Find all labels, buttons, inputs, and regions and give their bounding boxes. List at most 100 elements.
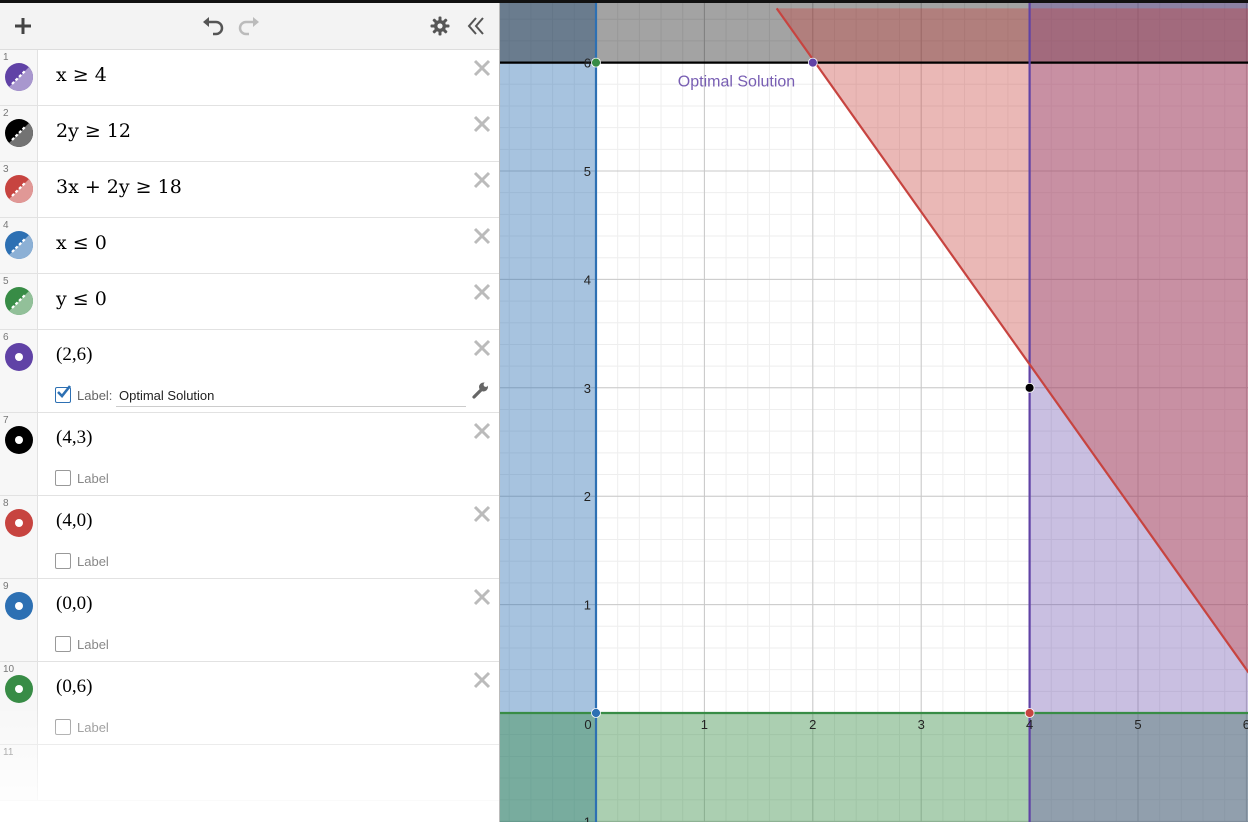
row-gutter: 6	[0, 330, 38, 412]
close-icon	[473, 339, 491, 357]
row-gutter: 2	[0, 106, 38, 161]
wrench-icon	[472, 382, 488, 399]
delete-expression-button[interactable]	[472, 670, 492, 690]
point-style-icon[interactable]	[5, 509, 33, 537]
add-item-button[interactable]	[6, 9, 40, 43]
graph-point	[591, 708, 601, 718]
x-tick-label: 5	[1134, 717, 1141, 732]
empty-expression-row[interactable]: 11	[0, 745, 499, 801]
label-caption: Label	[77, 470, 109, 486]
expression-row[interactable]: 8 (4,0) Label	[0, 496, 499, 579]
expression-row[interactable]: 6 (2,6) Label:	[0, 330, 499, 413]
y-tick-label: 1	[584, 598, 591, 613]
inequality-style-icon[interactable]	[5, 175, 33, 203]
expression-row[interactable]: 10 (0,6) Label	[0, 662, 499, 745]
point-style-icon[interactable]	[5, 675, 33, 703]
row-number: 3	[3, 164, 9, 175]
collapse-panel-button[interactable]	[459, 9, 493, 43]
close-icon	[473, 588, 491, 606]
close-icon	[473, 422, 491, 440]
expression-text[interactable]: (4,3)	[56, 427, 92, 449]
label-checkbox[interactable]	[55, 553, 71, 569]
delete-expression-button[interactable]	[472, 226, 492, 246]
expression-row[interactable]: 3 3x + 2y ≥ 18	[0, 162, 499, 218]
gear-icon	[430, 16, 450, 36]
delete-expression-button[interactable]	[472, 587, 492, 607]
row-gutter: 5	[0, 274, 38, 329]
expression-row[interactable]: 7 (4,3) Label	[0, 413, 499, 496]
label-checkbox[interactable]	[55, 385, 72, 403]
expression-row[interactable]: 1 x ≥ 4	[0, 50, 499, 106]
expression-toolbar	[0, 3, 499, 50]
label-toggle[interactable]: Label	[55, 717, 109, 737]
expression-list: 1 x ≥ 4 2 2y ≥ 12 3 3x + 2y ≥ 18 4 x ≤ 0 5 y ≤ 0 6…	[0, 50, 499, 801]
label-toggle[interactable]: Label	[55, 551, 109, 571]
expression-text[interactable]: (0,0)	[56, 593, 92, 615]
dashed-line-shade-icon	[5, 231, 33, 259]
dashed-line-shade-icon	[5, 119, 33, 147]
graph-point	[591, 57, 601, 68]
delete-expression-button[interactable]	[472, 338, 492, 358]
x-tick-label: 4	[1026, 717, 1033, 732]
label-checkbox[interactable]	[55, 470, 71, 486]
label-toggle[interactable]: Label	[55, 634, 109, 654]
region-x-le-0	[500, 3, 596, 822]
dashed-line-shade-icon	[5, 175, 33, 203]
inequality-style-icon[interactable]	[5, 119, 33, 147]
expression-panel: 1 x ≥ 4 2 2y ≥ 12 3 3x + 2y ≥ 18 4 x ≤ 0 5 y ≤ 0 6…	[0, 3, 500, 822]
dashed-line-shade-icon	[5, 287, 33, 315]
point-style-icon[interactable]	[5, 592, 33, 620]
graph-point	[1024, 708, 1035, 718]
delete-expression-button[interactable]	[472, 421, 492, 441]
row-gutter: 9	[0, 579, 38, 661]
inequality-style-icon[interactable]	[5, 63, 33, 91]
y-tick-label: 4	[584, 272, 591, 287]
expression-text[interactable]: (4,0)	[56, 510, 92, 532]
expression-text[interactable]: y ≤ 0	[56, 288, 107, 310]
redo-icon	[238, 17, 259, 36]
expression-text[interactable]: x ≤ 0	[56, 232, 107, 254]
label-toggle[interactable]: Label:	[55, 385, 112, 405]
expression-row[interactable]: 4 x ≤ 0	[0, 218, 499, 274]
label-toggle[interactable]: Label	[55, 468, 109, 488]
label-checkbox[interactable]	[55, 719, 71, 735]
inequality-style-icon[interactable]	[5, 287, 33, 315]
expression-text[interactable]: x ≥ 4	[56, 64, 107, 86]
checkmark-icon	[57, 385, 72, 398]
point-style-icon[interactable]	[5, 343, 33, 371]
expression-row[interactable]: 2 2y ≥ 12	[0, 106, 499, 162]
delete-expression-button[interactable]	[472, 504, 492, 524]
label-caption: Label	[77, 553, 109, 569]
row-gutter: 1	[0, 50, 38, 105]
row-gutter: 3	[0, 162, 38, 217]
close-icon	[473, 671, 491, 689]
row-gutter: 7	[0, 413, 38, 495]
delete-expression-button[interactable]	[472, 170, 492, 190]
expression-row[interactable]: 9 (0,0) Label	[0, 579, 499, 662]
delete-expression-button[interactable]	[472, 114, 492, 134]
expression-text[interactable]: (0,6)	[56, 676, 92, 698]
settings-button[interactable]	[423, 9, 457, 43]
label-text-input[interactable]	[116, 384, 466, 407]
undo-button[interactable]	[196, 9, 230, 43]
label-checkbox[interactable]	[55, 636, 71, 652]
point-label: Optimal Solution	[678, 74, 795, 91]
inequality-style-icon[interactable]	[5, 231, 33, 259]
expression-text[interactable]: 2y ≥ 12	[56, 120, 131, 142]
row-number: 10	[3, 664, 15, 675]
row-gutter: 4	[0, 218, 38, 273]
x-tick-label: 1	[701, 717, 708, 732]
y-tick-label: 5	[584, 164, 591, 179]
graph-point	[807, 57, 818, 68]
expression-text[interactable]: 3x + 2y ≥ 18	[56, 176, 182, 198]
graph-paper[interactable]: 0 1 2 3 4 5 6 -1 1 2 3 4 5 6 Optimal Solution	[500, 3, 1248, 822]
y-tick-label: 2	[584, 489, 591, 504]
delete-expression-button[interactable]	[472, 58, 492, 78]
point-style-icon[interactable]	[5, 426, 33, 454]
expression-text[interactable]: (2,6)	[56, 344, 92, 366]
label-settings-button[interactable]	[470, 380, 490, 400]
expression-row[interactable]: 5 y ≤ 0	[0, 274, 499, 330]
delete-expression-button[interactable]	[472, 282, 492, 302]
redo-button[interactable]	[232, 9, 266, 43]
close-icon	[473, 59, 491, 77]
